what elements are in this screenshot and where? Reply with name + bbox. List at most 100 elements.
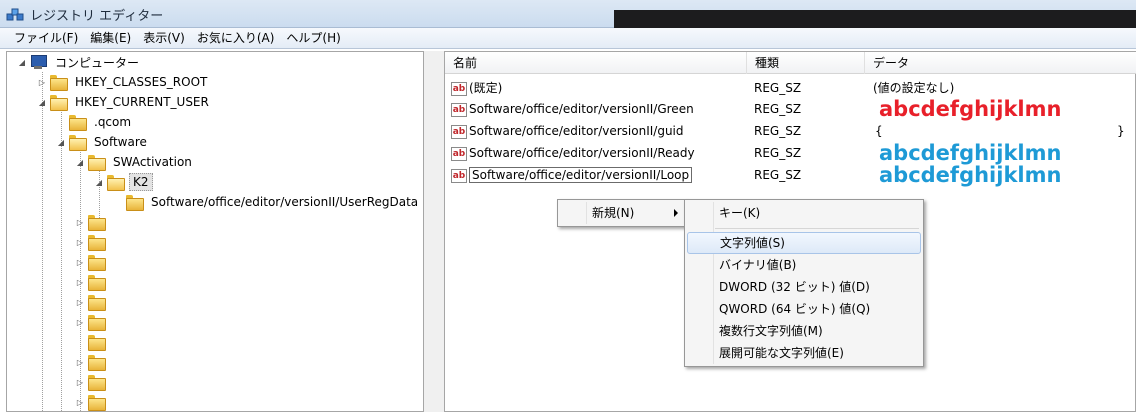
folder-icon xyxy=(88,215,106,231)
folder-open-icon xyxy=(69,135,87,151)
menu-bar: ファイル(F) 編集(E) 表示(V) お気に入り(A) ヘルプ(H) xyxy=(0,28,1136,49)
folder-open-icon xyxy=(107,175,125,191)
collapse-arrow-icon[interactable]: ◢ xyxy=(75,157,85,167)
column-header-name[interactable]: 名前 xyxy=(445,52,747,74)
folder-icon xyxy=(69,115,87,131)
submenu-item-expandable-string-value[interactable]: 展開可能な文字列値(E) xyxy=(687,342,921,364)
folder-icon xyxy=(88,315,106,331)
tree-item-hkcu[interactable]: ◢ HKEY_CURRENT_USER xyxy=(37,92,212,112)
value-row[interactable]: ab (既定) REG_SZ (値の設定なし) xyxy=(445,77,1136,99)
folder-icon xyxy=(50,75,68,91)
string-value-icon: ab xyxy=(451,102,467,117)
expand-arrow-icon[interactable]: ▷ xyxy=(75,237,85,247)
expand-arrow-icon[interactable]: ▷ xyxy=(37,77,47,87)
expand-arrow-icon[interactable]: ▷ xyxy=(75,217,85,227)
collapse-arrow-icon[interactable]: ◢ xyxy=(56,137,66,147)
folder-icon xyxy=(88,395,106,411)
submenu-item-dword-value[interactable]: DWORD (32 ビット) 値(D) xyxy=(687,276,921,298)
value-data: { xyxy=(875,124,883,138)
expand-arrow-icon[interactable]: ▷ xyxy=(75,297,85,307)
submenu-item-qword-value[interactable]: QWORD (64 ビット) 値(Q) xyxy=(687,298,921,320)
collapse-arrow-icon[interactable]: ◢ xyxy=(94,177,104,187)
tree-item-computer[interactable]: ◢ コンピューター xyxy=(17,52,142,72)
value-data: abcdefghijklmn xyxy=(879,141,1062,165)
value-row[interactable]: ab Software/office/editor/versionII/Loop … xyxy=(445,164,1136,186)
list-header: 名前 種類 データ xyxy=(445,52,1136,74)
value-row[interactable]: ab Software/office/editor/versionII/Green… xyxy=(445,98,1136,120)
folder-open-icon xyxy=(88,155,106,171)
value-row[interactable]: ab Software/office/editor/versionII/Ready… xyxy=(445,142,1136,164)
tree-item-qcom[interactable]: .qcom xyxy=(69,112,134,132)
value-data: abcdefghijklmn xyxy=(879,97,1062,121)
value-data: abcdefghijklmn xyxy=(879,163,1062,187)
expand-arrow-icon[interactable]: ▷ xyxy=(75,357,85,367)
folder-icon xyxy=(88,335,106,351)
folder-icon xyxy=(88,375,106,391)
tree-item-unlabeled[interactable]: ▷ xyxy=(75,312,110,332)
string-value-icon: ab xyxy=(451,81,467,96)
string-value-icon: ab xyxy=(451,146,467,161)
column-header-data[interactable]: データ xyxy=(865,52,1136,74)
value-name: Software/office/editor/versionII/guid xyxy=(469,124,684,138)
folder-icon xyxy=(88,295,106,311)
submenu-arrow-icon xyxy=(674,209,678,217)
expand-arrow-icon[interactable]: ▷ xyxy=(75,377,85,387)
menu-edit[interactable]: 編集(E) xyxy=(84,28,137,49)
folder-icon xyxy=(126,195,144,211)
tree-connector xyxy=(61,110,62,411)
tree-item-unlabeled[interactable]: ▷ xyxy=(75,252,110,272)
expand-arrow-icon[interactable]: ▷ xyxy=(75,277,85,287)
menu-separator xyxy=(715,228,919,229)
context-menu-item-new[interactable]: 新規(N) xyxy=(560,202,684,224)
collapse-arrow-icon[interactable]: ◢ xyxy=(37,97,47,107)
context-menu: 新規(N) xyxy=(557,199,687,227)
tree-item-unlabeled[interactable]: ▷ xyxy=(75,272,110,292)
tree-item-unlabeled[interactable]: ▷ xyxy=(75,292,110,312)
submenu-item-binary-value[interactable]: バイナリ値(B) xyxy=(687,254,921,276)
menu-help[interactable]: ヘルプ(H) xyxy=(280,28,346,49)
value-type: REG_SZ xyxy=(754,81,802,95)
value-type: REG_SZ xyxy=(754,124,802,138)
value-name: Software/office/editor/versionII/Loop xyxy=(469,167,693,183)
column-header-type[interactable]: 種類 xyxy=(747,52,865,74)
title-bar: レジストリ エディター xyxy=(0,0,1136,28)
pane-splitter[interactable] xyxy=(424,51,444,412)
folder-icon xyxy=(88,255,106,271)
expand-arrow-icon[interactable]: ▷ xyxy=(75,397,85,407)
redacted-area xyxy=(614,10,1136,28)
string-value-icon: ab xyxy=(451,124,467,139)
value-data-end: } xyxy=(1117,124,1125,138)
tree-item-swactivation[interactable]: ◢ SWActivation xyxy=(75,152,195,172)
tree-item-userregdata[interactable]: Software/office/editor/versionII/UserReg… xyxy=(126,192,421,212)
value-row[interactable]: ab Software/office/editor/versionII/guid … xyxy=(445,120,1136,142)
window-title: レジストリ エディター xyxy=(30,9,164,24)
tree-connector xyxy=(42,72,43,411)
submenu-item-key[interactable]: キー(K) xyxy=(687,202,921,224)
submenu-item-string-value[interactable]: 文字列値(S) xyxy=(687,232,921,254)
menu-favorites[interactable]: お気に入り(A) xyxy=(191,28,281,49)
folder-icon xyxy=(88,355,106,371)
key-tree-pane[interactable]: ◢ コンピューター ▷ HKEY_CLASSES_ROOT ◢ HKEY_CUR… xyxy=(6,51,424,412)
folder-icon xyxy=(88,275,106,291)
expand-arrow-icon[interactable]: ▷ xyxy=(75,317,85,327)
tree-item-hkcr[interactable]: ▷ HKEY_CLASSES_ROOT xyxy=(37,72,210,92)
expand-arrow-icon[interactable]: ▷ xyxy=(75,257,85,267)
tree-item-unlabeled[interactable]: ▷ xyxy=(75,352,110,372)
value-name: (既定) xyxy=(469,81,503,95)
collapse-arrow-icon[interactable]: ◢ xyxy=(17,57,27,67)
tree-item-software[interactable]: ◢ Software xyxy=(56,132,150,152)
tree-item-unlabeled[interactable]: ▷ xyxy=(75,212,110,232)
folder-icon xyxy=(88,235,106,251)
folder-open-icon xyxy=(50,95,68,111)
value-name: Software/office/editor/versionII/Green xyxy=(469,102,694,116)
computer-icon xyxy=(30,55,47,69)
tree-item-unlabeled[interactable] xyxy=(88,332,110,352)
menu-view[interactable]: 表示(V) xyxy=(137,28,191,49)
string-value-icon: ab xyxy=(451,168,467,183)
tree-item-unlabeled[interactable]: ▷ xyxy=(75,392,110,411)
submenu-item-multi-string-value[interactable]: 複数行文字列値(M) xyxy=(687,320,921,342)
tree-item-k2[interactable]: ◢ K2 xyxy=(94,172,153,192)
tree-item-unlabeled[interactable]: ▷ xyxy=(75,372,110,392)
menu-file[interactable]: ファイル(F) xyxy=(8,28,84,49)
tree-item-unlabeled[interactable]: ▷ xyxy=(75,232,110,252)
